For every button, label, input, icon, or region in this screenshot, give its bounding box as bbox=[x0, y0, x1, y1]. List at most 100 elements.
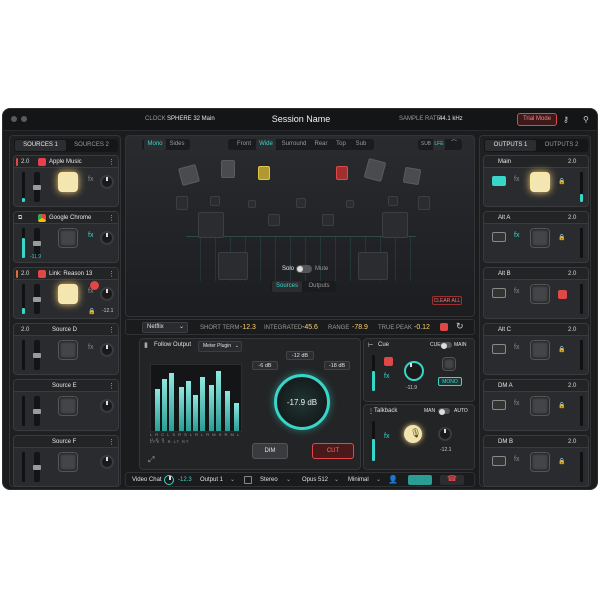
fx-icon[interactable]: fx bbox=[384, 373, 389, 380]
lock-icon[interactable]: 🔒 bbox=[88, 308, 95, 315]
more-icon[interactable]: ⋮ bbox=[108, 214, 115, 222]
format-select[interactable]: Stereo bbox=[260, 477, 278, 483]
active-pad-button[interactable] bbox=[530, 172, 550, 192]
talkback-mode-toggle[interactable] bbox=[438, 408, 450, 415]
active-pad-button[interactable] bbox=[58, 172, 78, 192]
sample-rate-value[interactable]: 44.1 kHz bbox=[439, 116, 463, 122]
quality-select[interactable]: Minimal bbox=[348, 477, 369, 483]
lock-icon[interactable]: 🔒 bbox=[558, 234, 565, 241]
record-icon[interactable] bbox=[440, 323, 448, 331]
speaker-center-left[interactable] bbox=[210, 196, 220, 206]
tab-stage-outputs[interactable]: Outputs bbox=[304, 281, 334, 292]
subwoofer-left[interactable] bbox=[218, 252, 248, 280]
external-link-icon[interactable]: ⧉ bbox=[18, 215, 22, 222]
volume-fader[interactable] bbox=[33, 396, 41, 426]
channel-format[interactable]: 2.0 bbox=[568, 383, 576, 389]
fx-icon[interactable]: fx bbox=[514, 344, 519, 351]
channel-format[interactable]: 2.0 bbox=[568, 327, 576, 333]
pin-icon[interactable]: ⚲ bbox=[583, 115, 589, 124]
pad-button[interactable] bbox=[58, 452, 78, 472]
gain-knob[interactable] bbox=[100, 455, 114, 469]
chevron-down-icon[interactable]: ⌄ bbox=[286, 476, 291, 483]
channel-format[interactable]: 2.0 bbox=[568, 215, 576, 221]
chevron-down-icon[interactable]: ⌄ bbox=[376, 476, 381, 483]
hang-up-button[interactable]: ☎ bbox=[440, 474, 464, 485]
output-name[interactable]: Main bbox=[498, 159, 511, 165]
mono-button[interactable]: MONO bbox=[438, 377, 462, 386]
mode-sides-tab[interactable]: Sides bbox=[166, 139, 188, 150]
dim-18db-button[interactable]: -18 dB bbox=[324, 361, 350, 370]
source-name[interactable]: Source D bbox=[52, 327, 77, 333]
speaker-output-icon[interactable] bbox=[492, 400, 506, 410]
tab-stage-sources[interactable]: Sources bbox=[272, 281, 302, 292]
more-icon[interactable]: ⋮ bbox=[108, 270, 115, 278]
channel-format[interactable]: 2.0 bbox=[568, 159, 576, 165]
view-rear-tab[interactable]: Rear bbox=[312, 139, 330, 150]
source-name[interactable]: Source E bbox=[52, 383, 77, 389]
channel-format[interactable]: 2.0 bbox=[568, 439, 576, 445]
dim-6db-button[interactable]: -6 dB bbox=[252, 361, 278, 370]
more-icon[interactable]: ⋮ bbox=[108, 326, 115, 334]
reset-icon[interactable]: ↻ bbox=[456, 321, 464, 332]
subwoofer-right[interactable] bbox=[358, 252, 388, 280]
pad-button[interactable] bbox=[58, 228, 78, 248]
fx-icon[interactable]: fx bbox=[514, 176, 519, 183]
dim-button[interactable]: DIM bbox=[252, 443, 288, 459]
chevron-down-icon[interactable]: ⌄ bbox=[230, 476, 235, 483]
more-icon[interactable]: ⋮ bbox=[108, 382, 115, 390]
curve-icon[interactable]: ⌒ bbox=[448, 139, 460, 150]
trial-mode-button[interactable]: Trial Mode bbox=[517, 113, 557, 126]
speaker-small-left[interactable] bbox=[248, 200, 256, 208]
speaker-left-active[interactable] bbox=[258, 166, 270, 180]
lock-icon[interactable]: 🔒 bbox=[558, 458, 565, 465]
speaker-right-active[interactable] bbox=[336, 166, 348, 180]
fx-icon[interactable]: fx bbox=[514, 232, 519, 239]
speaker-top-front-right[interactable] bbox=[363, 158, 387, 182]
channel-format[interactable]: 2.0 bbox=[21, 159, 29, 165]
fx-icon[interactable]: fx bbox=[514, 288, 519, 295]
output-name[interactable]: DM B bbox=[498, 439, 513, 445]
dim-12db-button[interactable]: -12 dB bbox=[286, 351, 314, 360]
fx-icon[interactable]: fx bbox=[88, 344, 93, 351]
speaker-rear-right[interactable] bbox=[322, 214, 334, 226]
cue-pad-button[interactable] bbox=[442, 357, 456, 371]
view-wide-tab[interactable]: Wide bbox=[256, 139, 276, 150]
volume-fader[interactable] bbox=[33, 172, 41, 202]
output-name[interactable]: Alt C bbox=[498, 327, 511, 333]
speaker-rear-left[interactable] bbox=[268, 214, 280, 226]
gain-knob[interactable] bbox=[100, 399, 114, 413]
view-surround-tab[interactable]: Surround bbox=[278, 139, 310, 150]
lock-icon[interactable]: 🔒 bbox=[558, 402, 565, 409]
output-name[interactable]: Alt A bbox=[498, 215, 510, 221]
tab-outputs-1[interactable]: OUTPUTS 1 bbox=[485, 140, 536, 151]
speaker-surround-left[interactable] bbox=[198, 212, 224, 238]
speaker-top-right[interactable] bbox=[402, 166, 422, 186]
key-icon[interactable]: ⚷ bbox=[563, 115, 569, 124]
output-name[interactable]: Alt B bbox=[498, 271, 511, 277]
add-participant-icon[interactable]: 👤 bbox=[388, 475, 398, 484]
pad-button[interactable] bbox=[530, 396, 550, 416]
pad-button[interactable] bbox=[530, 452, 550, 472]
fx-icon[interactable]: fx bbox=[514, 456, 519, 463]
speaker-top-left[interactable] bbox=[177, 163, 201, 187]
lock-icon[interactable]: 🔒 bbox=[558, 346, 565, 353]
active-pad-button[interactable] bbox=[58, 284, 78, 304]
video-camera-button[interactable] bbox=[408, 475, 432, 485]
main-volume-knob[interactable]: -17.9 dB bbox=[274, 374, 330, 430]
output-name[interactable]: DM A bbox=[498, 383, 513, 389]
talkback-volume-knob[interactable] bbox=[438, 427, 452, 441]
more-icon[interactable]: ⋮ bbox=[108, 438, 115, 446]
output-select[interactable]: Output 1 bbox=[200, 477, 223, 483]
gain-knob[interactable] bbox=[100, 175, 114, 189]
gain-knob[interactable] bbox=[100, 343, 114, 357]
volume-fader[interactable] bbox=[33, 340, 41, 370]
view-top-tab[interactable]: Top bbox=[332, 139, 350, 150]
more-icon[interactable]: ⋮ bbox=[108, 158, 115, 166]
cue-volume-knob[interactable] bbox=[404, 361, 424, 381]
speaker-output-icon[interactable] bbox=[492, 344, 506, 354]
pad-button[interactable] bbox=[530, 228, 550, 248]
fx-icon[interactable]: fx bbox=[384, 433, 389, 440]
channel-format[interactable]: 2.0 bbox=[21, 271, 29, 277]
fx-icon[interactable]: fx bbox=[514, 400, 519, 407]
monitor-icon[interactable] bbox=[244, 476, 252, 484]
